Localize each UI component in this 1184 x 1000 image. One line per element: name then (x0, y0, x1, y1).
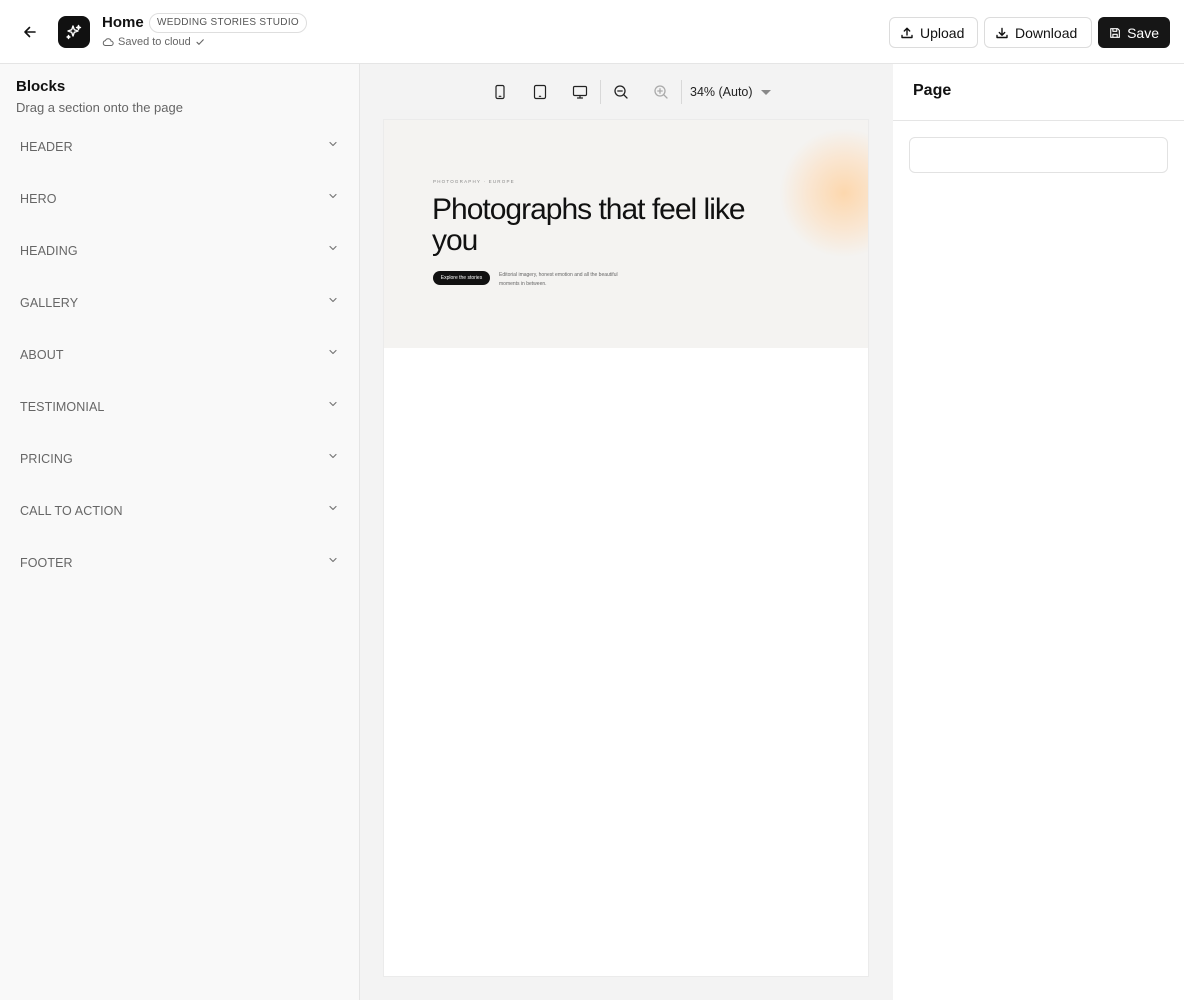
save-icon (1110, 27, 1120, 38)
zoom-in-button[interactable] (641, 78, 681, 106)
save-label: Save (1127, 24, 1159, 41)
zoom-level-select[interactable]: 34% (Auto) (682, 85, 771, 99)
block-category-label: ABOUT (20, 348, 64, 362)
zoom-in-icon (654, 85, 668, 99)
upload-label: Upload (920, 24, 965, 41)
chevron-down-icon (329, 505, 337, 511)
device-mobile-button[interactable] (480, 78, 520, 106)
block-category-label: GALLERY (20, 296, 79, 310)
app-logo[interactable] (58, 16, 90, 48)
block-category-gallery[interactable]: GALLERY (0, 294, 359, 346)
block-category-pricing[interactable]: PRICING (0, 450, 359, 502)
chevron-down-icon (329, 141, 337, 147)
sparkles-icon (66, 24, 82, 40)
check-icon (196, 39, 204, 45)
properties-header: Page (893, 64, 1184, 121)
editor-canvas: 34% (Auto) PHOTOGRAPHY · EUROPE Photogra… (360, 64, 893, 1000)
block-category-label: TESTIMONIAL (20, 400, 105, 414)
block-category-hero[interactable]: HERO (0, 190, 359, 242)
page-preview[interactable]: PHOTOGRAPHY · EUROPE Photographs that fe… (383, 119, 869, 977)
arrow-left-icon (24, 26, 36, 38)
block-category-label: HEADER (20, 140, 73, 154)
block-category-label: HEADING (20, 244, 78, 258)
caret-down-icon (760, 89, 771, 95)
download-label: Download (1015, 24, 1078, 41)
upload-button[interactable]: Upload (889, 17, 978, 48)
canvas-toolbar: 34% (Auto) (480, 78, 771, 106)
back-button[interactable] (16, 18, 44, 46)
zoom-out-icon (614, 85, 628, 99)
upload-icon (901, 27, 913, 38)
blocks-sidebar: Blocks Drag a section onto the page HEAD… (0, 64, 360, 1000)
block-category-footer[interactable]: FOOTER (0, 554, 359, 606)
download-button[interactable]: Download (984, 17, 1092, 48)
hero-section[interactable]: PHOTOGRAPHY · EUROPE Photographs that fe… (384, 120, 868, 348)
block-category-label: FOOTER (20, 556, 73, 570)
chevron-down-icon (329, 453, 337, 459)
chevron-down-icon (329, 557, 337, 563)
page-title: Home (102, 14, 144, 31)
block-category-label: PRICING (20, 452, 73, 466)
mobile-icon (495, 84, 505, 100)
chevron-down-icon (329, 245, 337, 251)
cloud-icon (102, 38, 114, 46)
chevron-down-icon (329, 297, 337, 303)
block-category-label: HERO (20, 192, 57, 206)
chevron-down-icon (329, 401, 337, 407)
properties-title: Page (913, 82, 952, 99)
block-category-call-to-action[interactable]: CALL TO ACTION (0, 502, 359, 554)
hero-glow-decoration (779, 128, 868, 258)
block-category-label: CALL TO ACTION (20, 504, 123, 518)
device-tablet-button[interactable] (520, 78, 560, 106)
download-icon (996, 27, 1008, 38)
zoom-out-button[interactable] (601, 78, 641, 106)
block-category-heading[interactable]: HEADING (0, 242, 359, 294)
hero-title: Photographs that feel like you (432, 193, 746, 257)
zoom-level-value: 34% (Auto) (690, 85, 753, 99)
save-status: Saved to cloud (102, 36, 205, 48)
hero-description: Editorial imagery, honest emotion and al… (499, 272, 618, 287)
device-desktop-button[interactable] (560, 78, 600, 106)
desktop-icon (572, 85, 588, 99)
tablet-icon (533, 84, 547, 100)
block-category-header[interactable]: HEADER (0, 138, 359, 190)
block-category-about[interactable]: ABOUT (0, 346, 359, 398)
top-bar: Home WEDDING STORIES STUDIO Saved to clo… (0, 0, 1184, 64)
sidebar-subtitle: Drag a section onto the page (16, 100, 183, 115)
project-badge: WEDDING STORIES STUDIO (149, 13, 307, 33)
properties-panel: Page (893, 64, 1184, 1000)
chevron-down-icon (329, 193, 337, 199)
chevron-down-icon (329, 349, 337, 355)
sidebar-title: Blocks (16, 78, 66, 95)
hero-eyebrow: PHOTOGRAPHY · EUROPE (433, 179, 515, 184)
save-button[interactable]: Save (1098, 17, 1170, 48)
hero-cta-button[interactable]: Explore the stories (433, 271, 490, 285)
save-status-text: Saved to cloud (118, 36, 191, 48)
page-settings-field[interactable] (909, 137, 1168, 173)
block-category-testimonial[interactable]: TESTIMONIAL (0, 398, 359, 450)
